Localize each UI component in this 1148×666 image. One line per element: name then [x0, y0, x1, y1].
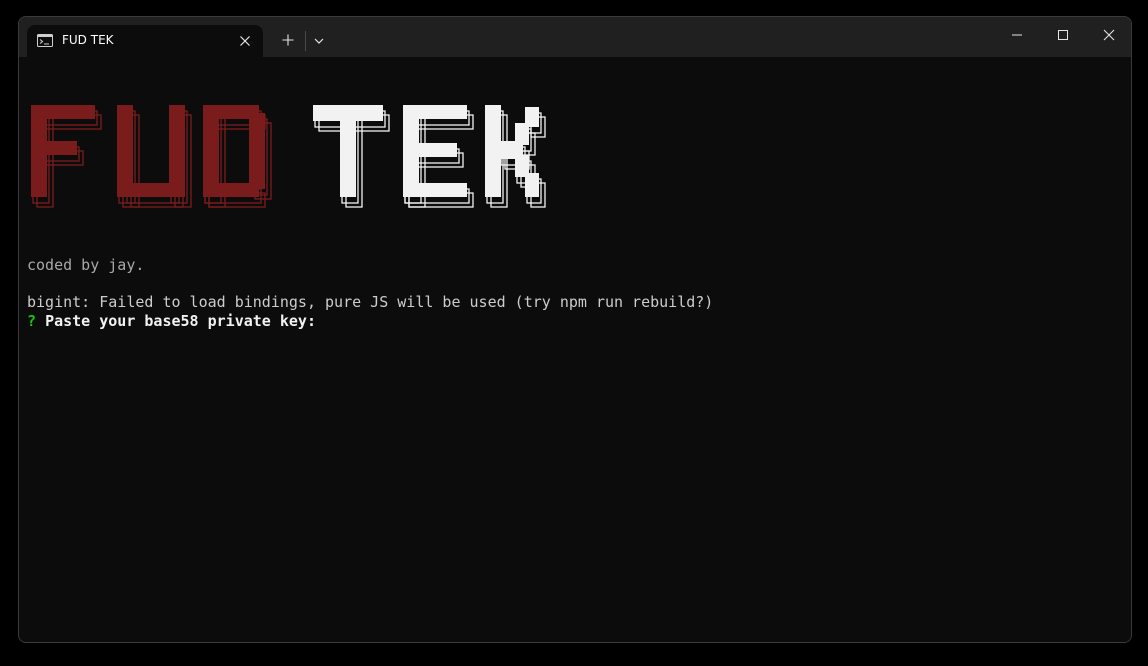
plus-icon[interactable]	[280, 32, 296, 48]
credit-line: coded by jay.	[27, 256, 145, 274]
prompt-line[interactable]: ? Paste your base58 private key:	[27, 312, 316, 331]
prompt-text: Paste your base58 private key:	[45, 312, 316, 330]
tab-title: FUD TEK	[62, 33, 114, 47]
title-bar: FUD TEK	[19, 17, 1131, 57]
close-tab-icon[interactable]	[237, 33, 253, 49]
terminal-icon	[37, 34, 53, 47]
tab-divider	[305, 31, 306, 51]
tab-fud-tek[interactable]: FUD TEK	[27, 25, 263, 57]
ascii-banner	[31, 105, 546, 208]
banner-word-tek	[313, 105, 546, 208]
terminal-window: FUD TEK coded by jay. bigint: Failed to …	[18, 16, 1132, 643]
chevron-down-icon[interactable]	[311, 33, 327, 49]
prompt-symbol: ?	[27, 312, 37, 330]
maximize-icon[interactable]	[1055, 27, 1071, 43]
minimize-icon[interactable]	[1009, 27, 1025, 43]
close-icon[interactable]	[1101, 27, 1117, 43]
terminal-output[interactable]: coded by jay. bigint: Failed to load bin…	[19, 57, 1131, 642]
banner-word-fud	[31, 105, 272, 208]
warning-line: bigint: Failed to load bindings, pure JS…	[27, 293, 714, 311]
